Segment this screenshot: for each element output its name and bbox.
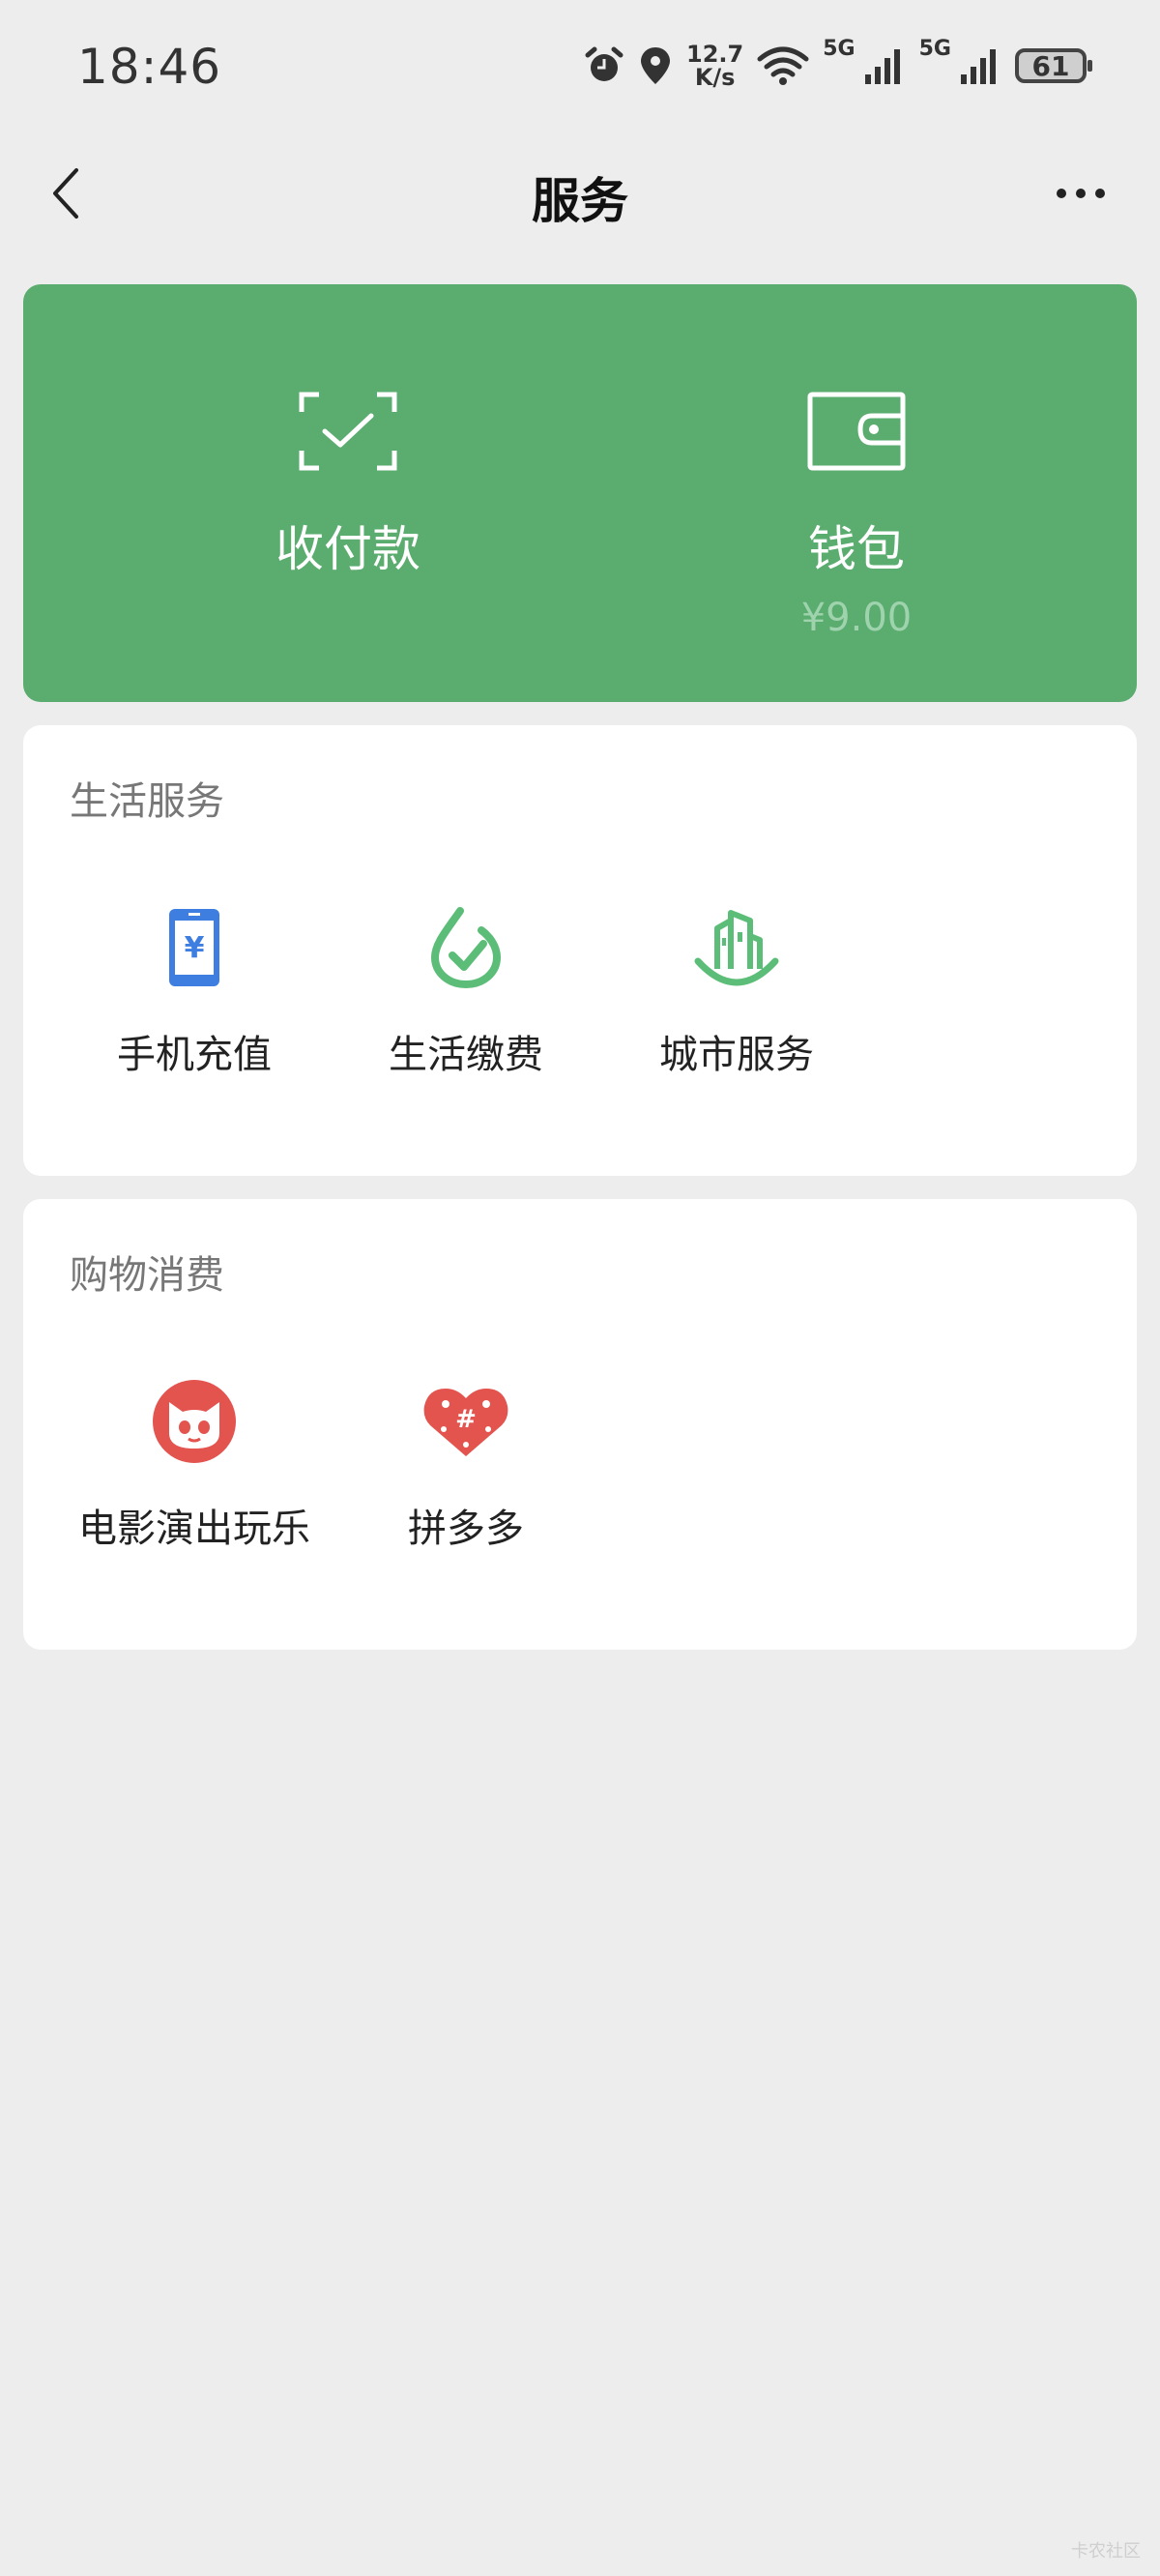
wallet-icon [807,392,906,471]
location-icon [641,47,671,84]
more-dot-icon [1057,189,1066,198]
more-button[interactable] [1040,170,1121,217]
utility-payment-icon-wrap [418,899,514,996]
network-speed: 12.7 K/s [686,43,743,89]
phone-recharge-label: 手机充值 [117,1033,272,1077]
wallet-balance: ¥9.00 [800,596,913,640]
city-service-button[interactable]: 城市服务 [601,899,872,1079]
more-dot-icon [1076,189,1086,198]
movie-cat-icon [153,1380,236,1463]
pay-receive-label: 收付款 [276,521,420,577]
utility-payment-button[interactable]: 生活缴费 [331,899,601,1079]
city-service-icon [694,910,779,986]
wallet-button[interactable]: 钱包 ¥9.00 [663,391,1050,640]
city-service-label: 城市服务 [659,1033,814,1077]
movie-cat-icon-wrap [146,1373,243,1470]
svg-text:¥: ¥ [185,931,205,965]
utility-payment-label: 生活缴费 [389,1033,543,1077]
watermark: 卡农社区 [1071,2541,1141,2561]
more-dot-icon [1095,189,1105,198]
utility-payment-icon [430,907,502,988]
pinduoduo-icon-wrap: # [418,1373,514,1470]
battery-icon: 61 [1015,48,1092,83]
pinduoduo-button[interactable]: # 拼多多 [331,1373,601,1553]
nav-bar: 服务 [0,145,1160,242]
network-type-1: 5G [823,37,856,61]
pinduoduo-label: 拼多多 [408,1507,524,1551]
wallet-label: 钱包 [808,521,905,577]
movie-entertainment-button[interactable]: 电影演出玩乐 [59,1373,330,1553]
phone-recharge-icon: ¥ [169,909,219,986]
city-service-icon-wrap [688,899,785,996]
scan-check-icon [299,392,397,471]
pay-receive-button[interactable]: 收付款 [155,391,541,580]
wifi-icon [757,46,809,85]
life-services-card: 生活服务 ¥ 手机充值 生活缴费 城市服务 [23,725,1137,1176]
status-time: 18:46 [77,39,222,95]
shopping-card: 购物消费 电影演出玩乐 # 拼多多 [23,1199,1137,1650]
movie-entertainment-label: 电影演出玩乐 [78,1507,310,1551]
speed-unit: K/s [694,64,736,91]
section-title: 生活服务 [70,779,224,824]
alarm-icon [585,46,624,81]
phone-recharge-icon-wrap: ¥ [146,899,243,996]
section-title: 购物消费 [70,1253,224,1298]
status-icons: 12.7 K/s 5G 5G 61 [584,37,1092,89]
signal-icon-1 [864,49,900,84]
signal-icon-2 [961,49,996,84]
phone-recharge-button[interactable]: ¥ 手机充值 [59,899,330,1079]
speed-value: 12.7 [686,41,744,68]
network-type-2: 5G [918,37,951,61]
page-title: 服务 [532,173,628,229]
battery-level: 61 [1031,49,1070,82]
wallet-card: 收付款 钱包 ¥9.00 [23,284,1137,702]
pinduoduo-icon: # [423,1389,508,1456]
status-bar: 18:46 12.7 K/s 5G 5G 61 [0,0,1160,145]
svg-text:#: # [455,1405,477,1434]
